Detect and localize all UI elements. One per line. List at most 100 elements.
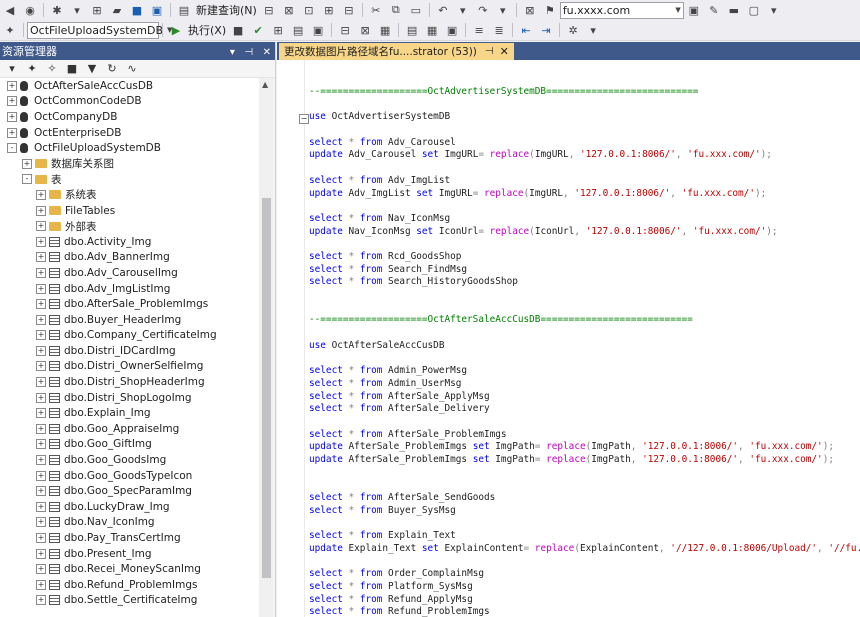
tree-node[interactable]: + dbo.Distri_IDCardImg bbox=[0, 343, 259, 359]
code-line[interactable]: update Adv_ImgList set ImgURL= replace(I… bbox=[309, 188, 860, 201]
expand-icon[interactable]: + bbox=[7, 127, 17, 138]
db-query-icon[interactable]: ⊟ bbox=[260, 2, 278, 18]
expand-icon[interactable]: + bbox=[36, 455, 46, 466]
tree-node[interactable]: + 系统表 bbox=[0, 187, 259, 203]
include-plan-icon[interactable]: ⊟ bbox=[336, 22, 354, 38]
expand-icon[interactable]: + bbox=[36, 236, 46, 247]
tree-node[interactable]: + dbo.Adv_CarouselImg bbox=[0, 265, 259, 281]
tree-node[interactable]: + OctEnterpriseDB bbox=[0, 125, 259, 141]
dax-query-icon[interactable]: ⊟ bbox=[340, 2, 358, 18]
expand-icon[interactable]: + bbox=[36, 439, 46, 450]
copy-icon[interactable]: ⧉ bbox=[387, 2, 405, 18]
code-line[interactable]: select * from Nav_IconMsg bbox=[309, 213, 860, 226]
execute-icon[interactable]: ▶ bbox=[167, 22, 185, 38]
tree-node[interactable]: + dbo.LuckyDraw_Img bbox=[0, 499, 259, 515]
code-line[interactable] bbox=[309, 327, 860, 340]
comment-icon[interactable]: ≡ bbox=[470, 22, 488, 38]
tree-node[interactable]: + dbo.Goo_AppraiseImg bbox=[0, 421, 259, 437]
add-item-icon[interactable]: ⊞ bbox=[88, 2, 106, 18]
code-line[interactable]: select * from AfterSale_ProblemImgs bbox=[309, 429, 860, 442]
redo-icon[interactable]: ↷ bbox=[474, 2, 492, 18]
expand-icon[interactable]: + bbox=[36, 595, 46, 606]
toolbox-icon[interactable]: ▬ bbox=[725, 2, 743, 18]
navigate-icon[interactable]: ⊠ bbox=[521, 2, 539, 18]
refresh-icon[interactable]: ↻ bbox=[103, 61, 121, 77]
xmla-query-icon[interactable]: ⊞ bbox=[320, 2, 338, 18]
tree-node[interactable]: - OctFileUploadSystemDB bbox=[0, 140, 259, 156]
find-combo[interactable]: fu.xxxx.com ▼ bbox=[559, 1, 684, 19]
code-line[interactable]: --===================OctAdvertiserSystem… bbox=[309, 86, 860, 99]
code-line[interactable] bbox=[309, 200, 860, 213]
code-line[interactable]: select * from Refund_ApplyMsg bbox=[309, 594, 860, 607]
tree-node[interactable]: + dbo.Refund_ProblemImgs bbox=[0, 577, 259, 593]
expand-icon[interactable]: + bbox=[36, 283, 46, 294]
code-line[interactable]: --===================OctAfterSaleAccCusD… bbox=[309, 314, 860, 327]
expand-icon[interactable]: + bbox=[36, 189, 46, 200]
code-line[interactable]: select * from Admin_UserMsg bbox=[309, 378, 860, 391]
collapse-icon[interactable]: - bbox=[22, 174, 32, 185]
expand-icon[interactable]: + bbox=[36, 221, 46, 232]
code-line[interactable] bbox=[309, 124, 860, 137]
connect-icon[interactable]: ✦ bbox=[1, 22, 19, 38]
tree-node[interactable]: + 数据库关系图 bbox=[0, 156, 259, 172]
expand-icon[interactable]: + bbox=[36, 564, 46, 575]
dropdown-arrow-icon[interactable]: ▾ bbox=[584, 22, 602, 38]
tree-node[interactable]: + FileTables bbox=[0, 203, 259, 219]
code-line[interactable]: select * from AfterSale_SendGoods bbox=[309, 492, 860, 505]
expand-icon[interactable]: + bbox=[36, 205, 46, 216]
expand-icon[interactable]: + bbox=[36, 345, 46, 356]
code-line[interactable] bbox=[309, 479, 860, 492]
window-icon[interactable]: ▢ bbox=[745, 2, 763, 18]
outdent-icon[interactable]: ⇤ bbox=[517, 22, 535, 38]
tree-node[interactable]: + dbo.Distri_OwnerSelfieImg bbox=[0, 359, 259, 375]
expand-icon[interactable]: + bbox=[36, 377, 46, 388]
expand-icon[interactable]: + bbox=[36, 361, 46, 372]
stop-icon[interactable]: ■ bbox=[229, 22, 247, 38]
code-line[interactable] bbox=[309, 162, 860, 175]
code-line[interactable]: update Adv_Carousel set ImgURL= replace(… bbox=[309, 149, 860, 162]
cut-icon[interactable]: ✂ bbox=[367, 2, 385, 18]
back-icon[interactable]: ◀ bbox=[1, 2, 19, 18]
tree-node[interactable]: + dbo.Goo_SpecParamImg bbox=[0, 483, 259, 499]
pin-icon[interactable]: ⊣ bbox=[485, 46, 494, 57]
code-line[interactable]: select * from Admin_PowerMsg bbox=[309, 365, 860, 378]
new-query-button[interactable]: 新建查询(N) bbox=[196, 2, 257, 18]
code-line[interactable]: select * from Adv_Carousel bbox=[309, 137, 860, 150]
expand-icon[interactable]: + bbox=[36, 408, 46, 419]
sql-editor[interactable]: − --===================OctAdvertiserSyst… bbox=[277, 60, 860, 617]
expand-icon[interactable]: + bbox=[36, 392, 46, 403]
tree-node[interactable]: + dbo.Activity_Img bbox=[0, 234, 259, 250]
query-designer-icon[interactable]: ▤ bbox=[289, 22, 307, 38]
dropdown-arrow-icon[interactable]: ▾ bbox=[68, 2, 86, 18]
dmx-query-icon[interactable]: ⊡ bbox=[300, 2, 318, 18]
display-plan-icon[interactable]: ⊞ bbox=[269, 22, 287, 38]
expand-icon[interactable]: + bbox=[36, 548, 46, 559]
stop-icon[interactable]: ■ bbox=[63, 61, 81, 77]
client-stats-icon[interactable]: ▦ bbox=[376, 22, 394, 38]
collapse-icon[interactable]: - bbox=[7, 143, 17, 154]
code-line[interactable]: select * from Search_FindMsg bbox=[309, 264, 860, 277]
open-folder-icon[interactable]: ▰ bbox=[108, 2, 126, 18]
expand-icon[interactable]: + bbox=[36, 314, 46, 325]
code-line[interactable] bbox=[309, 302, 860, 315]
code-line[interactable] bbox=[309, 289, 860, 302]
scroll-up-icon[interactable]: ▲ bbox=[262, 80, 268, 89]
code-line[interactable]: select * from Refund_ProblemImgs bbox=[309, 606, 860, 617]
undo-icon[interactable]: ↶ bbox=[434, 2, 452, 18]
expand-icon[interactable]: + bbox=[36, 533, 46, 544]
connect-icon[interactable]: ✦ bbox=[23, 61, 41, 77]
expand-icon[interactable]: + bbox=[36, 267, 46, 278]
expand-icon[interactable]: + bbox=[22, 158, 32, 169]
tree-node[interactable]: + dbo.Settle_CertificateImg bbox=[0, 593, 259, 609]
dropdown-arrow-icon[interactable]: ▾ bbox=[494, 2, 512, 18]
code-line[interactable] bbox=[309, 352, 860, 365]
find-in-files-icon[interactable]: ▣ bbox=[685, 2, 703, 18]
code-line[interactable] bbox=[309, 238, 860, 251]
code-line[interactable] bbox=[309, 467, 860, 480]
tree-node[interactable]: + dbo.Explain_Img bbox=[0, 405, 259, 421]
tree-node[interactable]: + dbo.Goo_GoodsImg bbox=[0, 452, 259, 468]
tree-node[interactable]: + dbo.Distri_ShopLogoImg bbox=[0, 390, 259, 406]
expand-icon[interactable]: + bbox=[36, 423, 46, 434]
tree-node[interactable]: + dbo.AfterSale_ProblemImgs bbox=[0, 296, 259, 312]
tree-node[interactable]: + OctAfterSaleAccCusDB bbox=[0, 78, 259, 94]
